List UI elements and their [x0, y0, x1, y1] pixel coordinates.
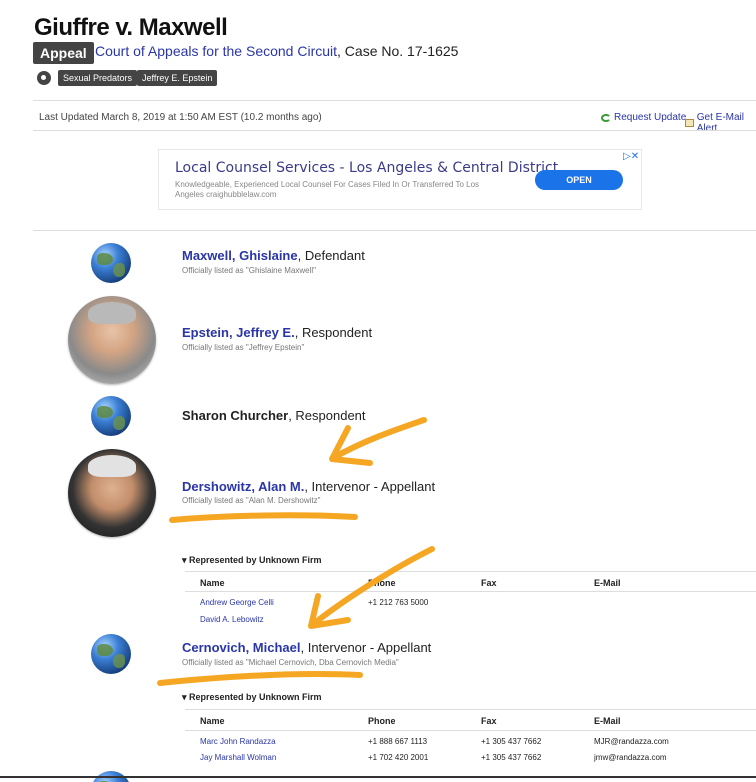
hand-drawn-annotations	[157, 417, 435, 686]
annotation-underline	[169, 512, 358, 523]
annotation-arrow	[309, 546, 435, 628]
annotation-underline	[157, 671, 363, 686]
